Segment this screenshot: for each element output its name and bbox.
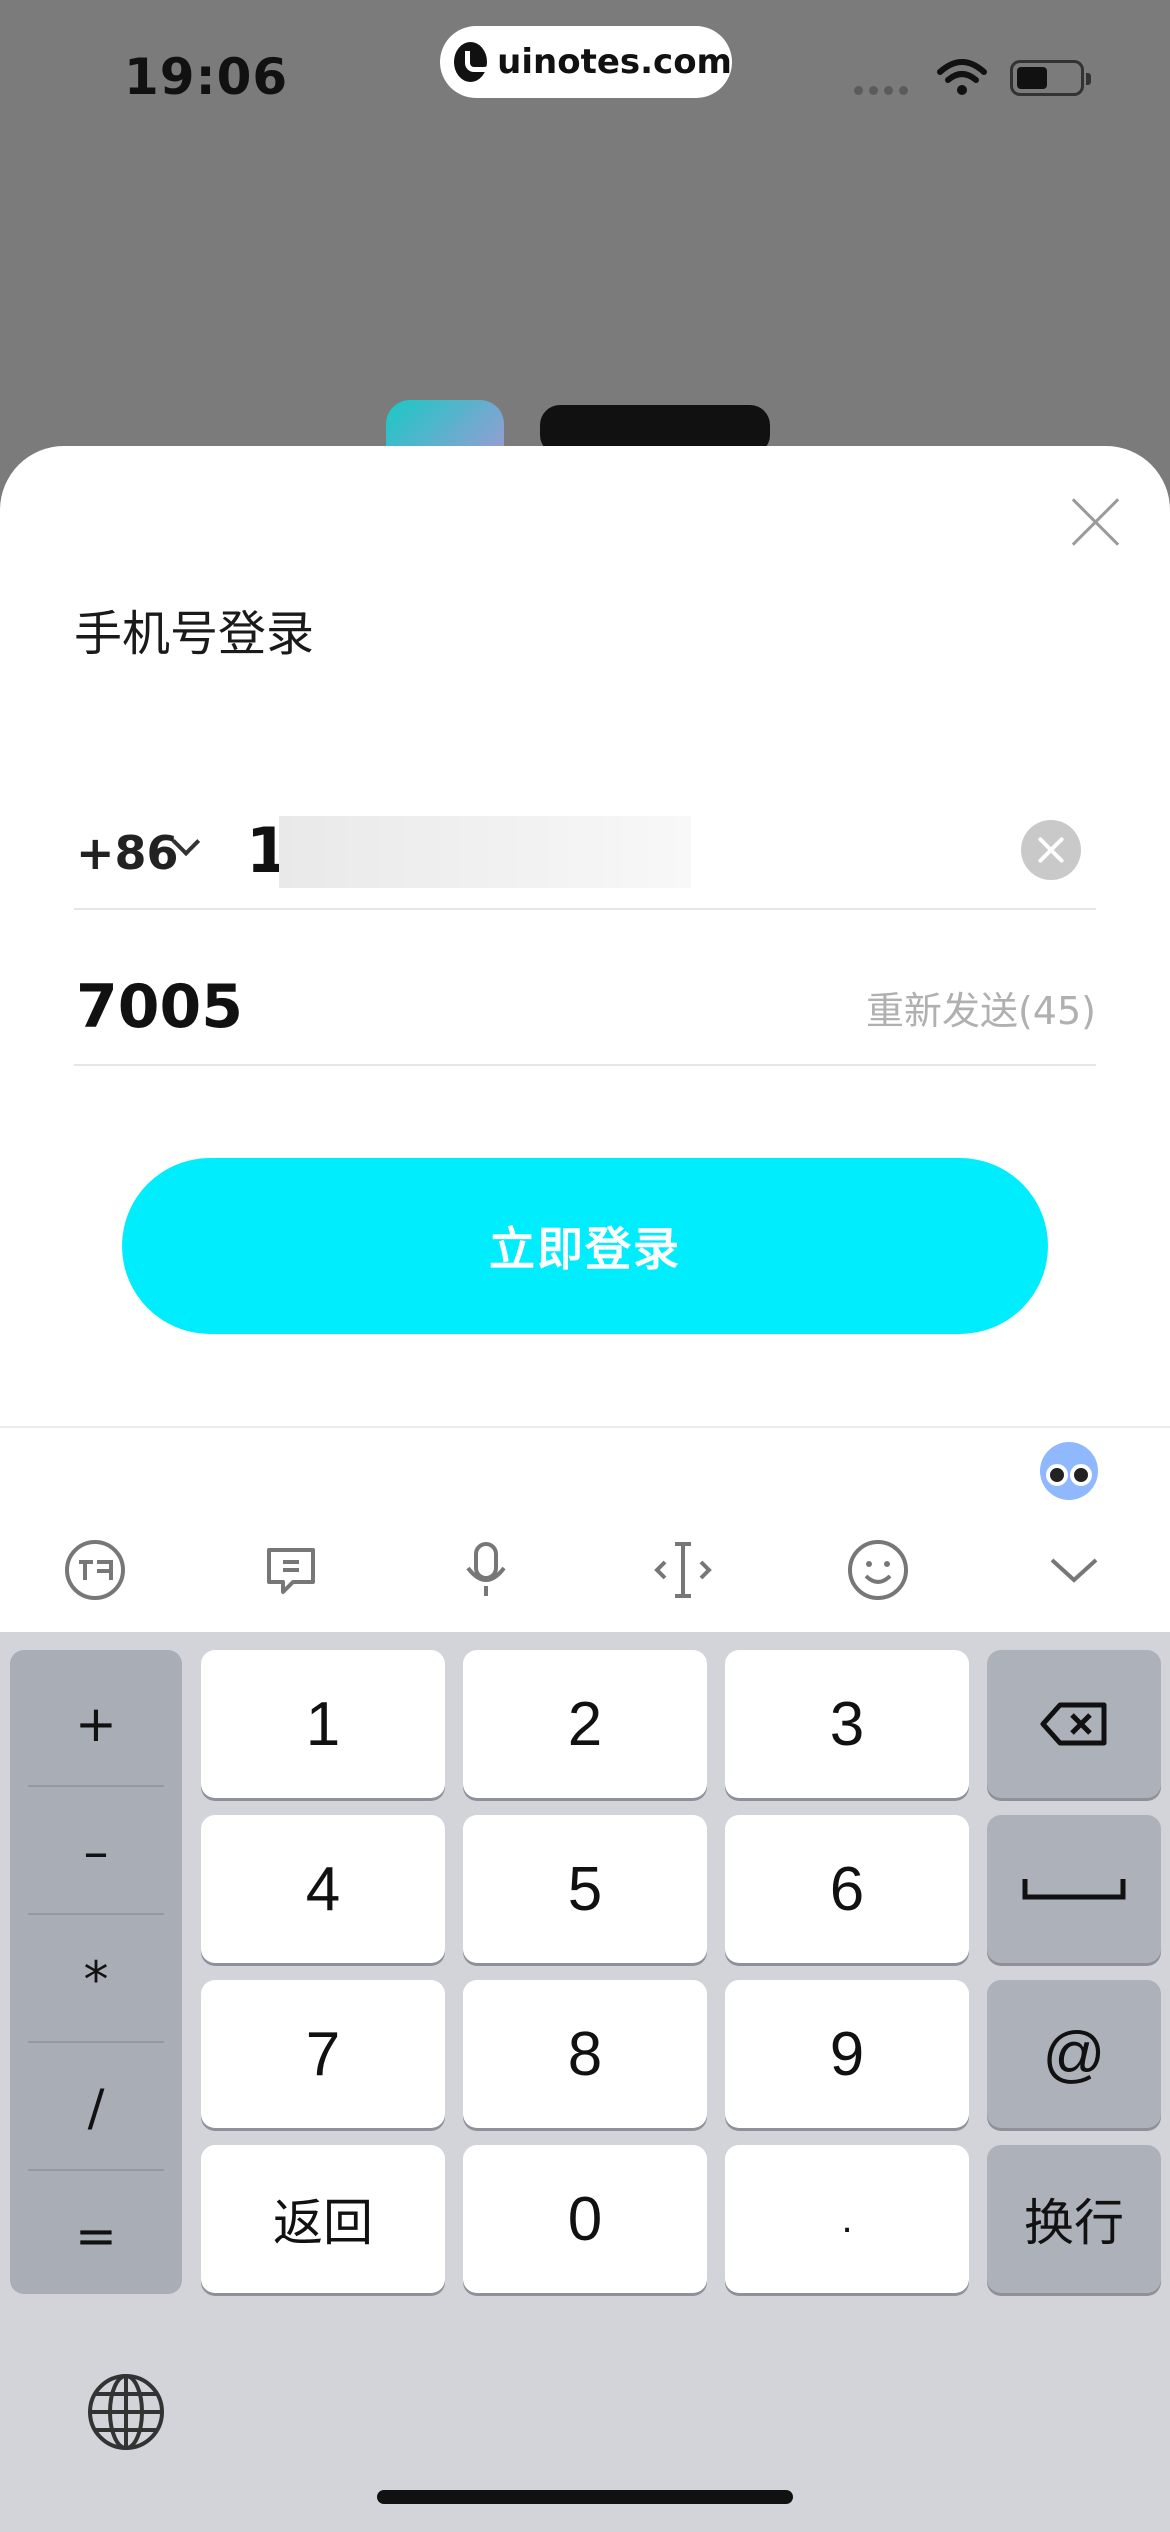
divider [28,1913,164,1915]
phone-field[interactable]: +86 1 [74,800,1096,910]
key-at[interactable]: @ [987,1980,1161,2128]
key-asterisk[interactable]: * [10,1916,182,2044]
backspace-key[interactable] [987,1650,1161,1798]
space-key[interactable] [987,1815,1161,1963]
uinotes-logo-icon [454,42,494,82]
backspace-icon [1040,1702,1107,1746]
cursor-move-icon[interactable] [651,1538,715,1602]
key-7[interactable]: 7 [201,1980,445,2128]
divider [28,2169,164,2171]
key-9[interactable]: 9 [725,1980,969,2128]
wifi-icon [937,59,987,95]
divider [28,1785,164,1787]
clear-input-icon[interactable] [1021,820,1081,880]
key-5[interactable]: 5 [463,1815,707,1963]
key-8[interactable]: 8 [463,1980,707,2128]
key-0[interactable]: 0 [463,2145,707,2293]
back-key[interactable]: 返回 [201,2145,445,2293]
key-3[interactable]: 3 [725,1650,969,1798]
close-icon[interactable] [1068,494,1124,550]
verification-code-value[interactable]: 7005 [76,972,243,1042]
mascot-icon[interactable] [1040,1442,1098,1500]
url-text: uinotes.com [497,42,732,82]
key-2[interactable]: 2 [463,1650,707,1798]
globe-icon[interactable] [86,2372,166,2452]
key-plus[interactable]: + [10,1660,182,1788]
battery-icon [1010,60,1091,96]
verification-code-field[interactable]: 7005 重新发送(45) [74,958,1096,1066]
home-indicator [377,2490,793,2504]
key-4[interactable]: 4 [201,1815,445,1963]
login-button-label: 立即登录 [489,1222,681,1276]
phone-number-redaction [279,816,691,888]
cellular-signal-icon [854,86,908,95]
country-code-selector[interactable]: +86 [76,826,179,880]
keyboard-toolbar [0,1426,1170,1632]
space-icon [1022,1879,1126,1900]
microphone-icon[interactable] [454,1538,518,1602]
key-equals[interactable]: = [10,2172,182,2300]
resend-code-button[interactable]: 重新发送(45) [866,980,1096,1035]
divider [28,2041,164,2043]
text-edit-icon[interactable] [259,1538,323,1602]
key-1[interactable]: 1 [201,1650,445,1798]
emoji-icon[interactable] [846,1538,910,1602]
collapse-keyboard-icon[interactable] [1042,1538,1106,1602]
key-slash[interactable]: / [10,2044,182,2172]
ifly-logo-icon[interactable] [63,1538,127,1602]
newline-key[interactable]: 换行 [987,2145,1161,2293]
key-6[interactable]: 6 [725,1815,969,1963]
key-dot[interactable]: . [725,2145,969,2293]
status-time: 19:06 [124,48,289,106]
key-minus[interactable]: – [10,1788,182,1916]
url-pill: uinotes.com [440,26,732,98]
login-button[interactable]: 立即登录 [122,1158,1048,1334]
page-title: 手机号登录 [74,606,315,662]
